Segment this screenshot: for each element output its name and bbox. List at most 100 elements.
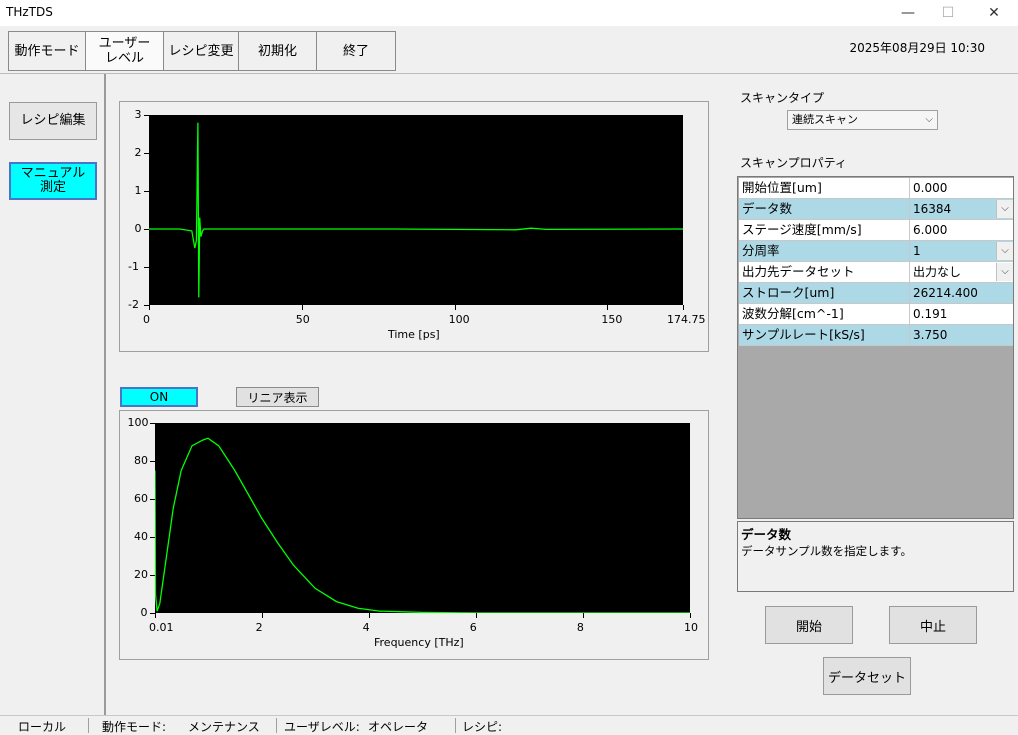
freq-y-tick-label: 60: [134, 492, 148, 505]
time-x-tick-label: 50: [295, 313, 310, 326]
freq-x-tick-label: 0.01: [149, 621, 174, 634]
property-value[interactable]: 0.191: [910, 304, 1013, 324]
time-plot-area: [149, 115, 684, 305]
property-value-text: 26214.400: [913, 286, 978, 300]
description-text: データサンプル数を指定します。: [741, 544, 913, 558]
scan-type-value: 連続スキャン: [792, 113, 858, 126]
title-bar: THzTDS — ☐ ✕: [0, 0, 1018, 26]
minimize-button[interactable]: —: [888, 0, 928, 26]
status-recipe-label: レシピ:: [462, 720, 503, 734]
property-row[interactable]: サンプルレート[kS/s] 3.750: [739, 325, 1013, 346]
time-x-tick-mark: [454, 305, 456, 310]
frequency-spectrum-chart: [154, 437, 690, 614]
property-value-text: 16384: [913, 202, 952, 216]
frequency-plot-area: [154, 423, 690, 614]
property-row[interactable]: データ数 16384 ⌵: [739, 199, 1013, 220]
property-value[interactable]: 16384 ⌵: [910, 199, 1013, 219]
time-y-tick-label: 1: [134, 184, 142, 197]
scan-type-label: スキャンタイプ: [740, 91, 825, 105]
header-divider: [0, 73, 1018, 74]
property-value[interactable]: 3.750: [910, 325, 1013, 345]
initialize-button[interactable]: 初期化: [239, 32, 317, 70]
property-row[interactable]: ステージ速度[mm/s] 6.000: [739, 220, 1013, 241]
property-row[interactable]: 分周率 1 ⌵: [739, 241, 1013, 262]
scan-properties-label: スキャンプロパティ: [740, 156, 847, 170]
freq-x-tick-mark: [475, 613, 477, 618]
property-value[interactable]: 26214.400: [910, 283, 1013, 303]
status-bar: ローカル 動作モード: メンテナンス ユーザレベル: オペレータ レシピ:: [0, 715, 1018, 735]
property-row[interactable]: ストローク[um] 26214.400: [739, 283, 1013, 304]
freq-y-tick-label: 0: [140, 606, 148, 619]
left-panel-divider: [104, 74, 106, 715]
time-y-tick-label: 2: [134, 146, 142, 159]
freq-y-tick-label: 80: [134, 454, 148, 467]
freq-y-tick-mark: [150, 423, 155, 424]
freq-y-tick-mark: [150, 461, 155, 462]
time-axis-label: Time [ps]: [388, 328, 440, 341]
property-value[interactable]: 出力なし ⌵: [910, 262, 1013, 282]
freq-x-tick-label: 8: [576, 621, 584, 634]
time-y-tick-label: 3: [134, 108, 142, 121]
status-mode-label: 動作モード:: [102, 720, 167, 734]
scan-type-select[interactable]: 連続スキャン ⌵: [787, 110, 938, 130]
time-y-tick-mark: [144, 305, 149, 306]
property-value-text: 0.191: [913, 307, 948, 321]
manual-measure-button[interactable]: マニュアル 測定: [9, 162, 97, 200]
freq-y-tick-label: 40: [134, 530, 148, 543]
time-y-tick-mark: [144, 267, 149, 268]
time-y-tick-mark: [144, 191, 149, 192]
status-user-value: オペレータ: [368, 720, 429, 734]
dataset-button[interactable]: データセット: [823, 657, 911, 695]
property-value-text: 1: [913, 244, 921, 258]
property-value[interactable]: 6.000: [910, 220, 1013, 240]
dropdown-arrow-icon[interactable]: ⌵: [996, 242, 1013, 260]
property-key: サンプルレート[kS/s]: [739, 325, 910, 345]
property-description: データ数 データサンプル数を指定します。: [737, 521, 1014, 592]
time-x-tick-mark: [149, 305, 150, 310]
freq-x-tick-label: 6: [469, 621, 477, 634]
property-value-text: 3.750: [913, 328, 948, 342]
maximize-button[interactable]: ☐: [928, 0, 968, 26]
time-x-tick-label: 150: [601, 313, 623, 326]
freq-y-tick-mark: [150, 499, 155, 500]
operation-mode-button[interactable]: 動作モード: [9, 32, 86, 70]
stop-button[interactable]: 中止: [889, 606, 977, 644]
status-mode-value: メンテナンス: [188, 720, 260, 734]
property-key: 波数分解[cm^-1]: [739, 304, 910, 324]
property-key: ストローク[um]: [739, 283, 910, 303]
property-value[interactable]: 0.000: [910, 178, 1013, 198]
time-x-tick-mark: [683, 305, 684, 310]
time-y-tick-label: -2: [128, 298, 139, 311]
property-row[interactable]: 出力先データセット 出力なし ⌵: [739, 262, 1013, 283]
time-y-tick-mark: [144, 229, 149, 230]
user-level-button[interactable]: ユーザー レベル: [86, 32, 164, 70]
exit-button[interactable]: 終了: [317, 32, 395, 70]
dropdown-arrow-icon[interactable]: ⌵: [996, 263, 1013, 281]
spectrum-on-button[interactable]: ON: [120, 387, 198, 407]
time-y-tick-label: -1: [128, 260, 139, 273]
close-button[interactable]: ✕: [974, 0, 1014, 26]
linear-display-button[interactable]: リニア表示: [236, 387, 319, 407]
start-button[interactable]: 開始: [765, 606, 853, 644]
status-divider: [88, 718, 89, 733]
time-y-tick-label: 0: [134, 222, 142, 235]
freq-y-tick-mark: [150, 575, 155, 576]
time-y-tick-mark: [144, 115, 149, 116]
time-x-tick-label: 0: [143, 313, 150, 326]
property-row[interactable]: 開始位置[um] 0.000: [739, 178, 1013, 199]
spectrum-line: [154, 437, 690, 614]
freq-x-tick-mark: [582, 613, 584, 618]
property-key: 開始位置[um]: [739, 178, 910, 198]
property-value[interactable]: 1 ⌵: [910, 241, 1013, 261]
main-toolbar: 動作モード ユーザー レベル レシピ変更 初期化 終了: [8, 31, 396, 71]
freq-x-tick-mark: [690, 613, 691, 618]
property-key: 出力先データセット: [739, 262, 910, 282]
recipe-change-button[interactable]: レシピ変更: [164, 32, 239, 70]
property-row[interactable]: 波数分解[cm^-1] 0.191: [739, 304, 1013, 325]
dropdown-arrow-icon[interactable]: ⌵: [996, 200, 1013, 218]
status-location: ローカル: [18, 720, 67, 734]
status-divider: [276, 718, 277, 733]
datetime-display: 2025年08月29日 10:30: [849, 41, 985, 55]
recipe-edit-button[interactable]: レシピ編集: [9, 102, 97, 140]
time-waveform-line: [149, 122, 684, 298]
